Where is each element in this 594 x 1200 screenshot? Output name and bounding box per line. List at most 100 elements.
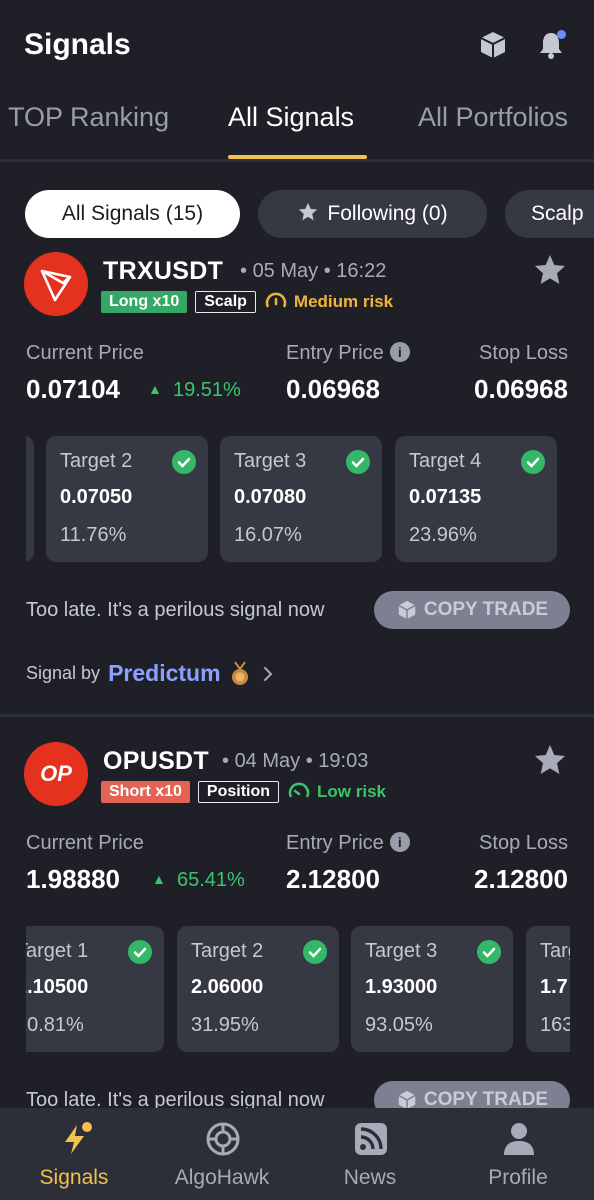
entry-price-label-text: Entry Price <box>286 832 384 854</box>
info-icon[interactable]: i <box>389 832 410 852</box>
nav-news[interactable]: News <box>296 1108 444 1200</box>
risk-indicator: Medium risk <box>264 290 393 314</box>
bell-icon[interactable] <box>534 28 568 62</box>
info-icon[interactable]: i <box>389 342 410 362</box>
late-warning: Too late. It's a perilous signal now <box>26 599 325 621</box>
target-label: Target 4 <box>540 940 570 962</box>
up-arrow-icon: ▲ <box>148 381 162 397</box>
notification-dot <box>557 30 566 39</box>
target-card: Target 1 2.10500 20.81% <box>26 926 164 1052</box>
cube-icon <box>398 600 416 620</box>
nav-algohawk[interactable]: AlgoHawk <box>148 1108 296 1200</box>
targets-carousel[interactable]: Target 1 2.10500 20.81% Target 2 2.06000… <box>26 926 570 1056</box>
tab-all-signals[interactable]: All Signals <box>228 102 354 133</box>
check-icon <box>128 940 152 964</box>
nav-signals[interactable]: Signals <box>0 1108 148 1200</box>
active-tab-indicator <box>228 155 367 159</box>
signal-provider[interactable]: Signal by Predictum <box>26 660 275 687</box>
filter-chips: All Signals (15) Following (0) Scalp <box>0 190 594 240</box>
star-icon <box>299 202 318 221</box>
nav-signals-label: Signals <box>39 1166 109 1189</box>
target-card-partial: Target 4 1.7 163 <box>526 926 570 1052</box>
signal-tags: Short x10 Position Low risk <box>101 780 386 804</box>
target-label: Target 3 <box>234 450 307 472</box>
current-price-label: Current Price <box>26 342 144 364</box>
favorite-star-icon[interactable] <box>532 742 568 778</box>
target-value: 0.07080 <box>234 486 307 508</box>
check-icon <box>346 450 370 474</box>
op-logo: OP <box>24 742 88 806</box>
risk-label: Medium risk <box>293 292 394 311</box>
risk-label: Low risk <box>317 782 386 801</box>
signal-card[interactable]: OP OPUSDT • 04 May • 19:03 Short x10 Pos… <box>0 740 594 1119</box>
price-change-value: 19.51% <box>172 379 241 401</box>
copy-trade-button[interactable]: COPY TRADE <box>374 591 570 629</box>
provider-name[interactable]: Predictum <box>108 660 220 687</box>
target-percent: 163 <box>540 1014 570 1036</box>
check-icon <box>303 940 327 964</box>
price-change: ▲ 65.41% <box>152 869 245 892</box>
person-icon <box>504 1123 534 1155</box>
check-icon <box>477 940 501 964</box>
check-icon <box>172 450 196 474</box>
target-percent: 93.05% <box>365 1014 433 1036</box>
target-card: Target 3 0.07080 16.07% <box>220 436 382 562</box>
stop-loss: 0.06968 <box>474 374 568 404</box>
signal-date: 05 May <box>252 260 319 282</box>
nav-algohawk-label: AlgoHawk <box>174 1166 270 1189</box>
tab-bar: TOP Ranking All Signals All Portfolios <box>0 92 594 162</box>
chip-all-signals[interactable]: All Signals (15) <box>25 190 240 238</box>
current-price: 0.07104 <box>26 374 120 404</box>
target-value: 1.93000 <box>365 976 438 998</box>
style-badge: Position <box>197 781 280 803</box>
stop-loss-label: Stop Loss <box>479 342 568 364</box>
target-percent: 11.76% <box>60 524 127 546</box>
bottom-nav: Signals AlgoHawk News Profile <box>0 1108 594 1200</box>
signal-time: 19:03 <box>318 750 369 772</box>
gauge-icon <box>265 292 287 308</box>
medal-icon <box>231 660 248 685</box>
target-card: Target 4 0.07135 23.96% <box>395 436 557 562</box>
target-label: Target 1 <box>26 940 89 962</box>
check-icon <box>521 450 545 474</box>
chip-following[interactable]: Following (0) <box>258 190 487 238</box>
tab-top-ranking[interactable]: TOP Ranking <box>8 102 169 133</box>
stop-loss-label: Stop Loss <box>479 832 568 854</box>
up-arrow-icon: ▲ <box>152 871 166 887</box>
algohawk-icon <box>206 1122 240 1156</box>
target-value: 1.7 <box>540 976 568 998</box>
target-label: Target 4 <box>409 450 482 472</box>
target-percent: 23.96% <box>409 524 477 546</box>
chip-scalp[interactable]: Scalp <box>505 190 594 238</box>
direction-badge: Long x10 <box>101 291 188 313</box>
nav-profile-label: Profile <box>488 1166 548 1189</box>
pair-name: OPUSDT <box>103 747 209 775</box>
cube-icon[interactable] <box>476 28 510 62</box>
target-card: Target 2 2.06000 31.95% <box>177 926 339 1052</box>
signal-tags: Long x10 Scalp Medium risk <box>101 290 393 314</box>
target-value: 0.07050 <box>60 486 133 508</box>
style-badge: Scalp <box>195 291 256 313</box>
target-card-partial <box>26 436 34 562</box>
tab-all-portfolios[interactable]: All Portfolios <box>418 102 568 133</box>
target-percent: 20.81% <box>26 1014 84 1036</box>
risk-indicator: Low risk <box>287 780 386 804</box>
entry-price-label: Entry Price i <box>286 342 410 365</box>
entry-price-label: Entry Price i <box>286 832 410 855</box>
nav-news-label: News <box>343 1166 397 1189</box>
target-card: Target 3 1.93000 93.05% <box>351 926 513 1052</box>
op-logo-text: OP <box>40 761 72 786</box>
target-percent: 16.07% <box>234 524 302 546</box>
targets-carousel[interactable]: Target 2 0.07050 11.76% Target 3 0.07080… <box>26 436 570 566</box>
chip-following-label: Following (0) <box>327 202 448 225</box>
card-divider <box>0 714 594 717</box>
price-change-value: 65.41% <box>176 869 245 891</box>
target-value: 2.10500 <box>26 976 89 998</box>
signal-time: 16:22 <box>336 260 387 282</box>
signal-card[interactable]: TRXUSDT • 05 May • 16:22 Long x10 Scalp … <box>0 250 594 715</box>
signal-datetime: • 04 May • 19:03 <box>222 750 369 772</box>
nav-profile[interactable]: Profile <box>444 1108 592 1200</box>
target-label: Target 3 <box>365 940 438 962</box>
entry-price-label-text: Entry Price <box>286 342 384 364</box>
favorite-star-icon[interactable] <box>532 252 568 288</box>
